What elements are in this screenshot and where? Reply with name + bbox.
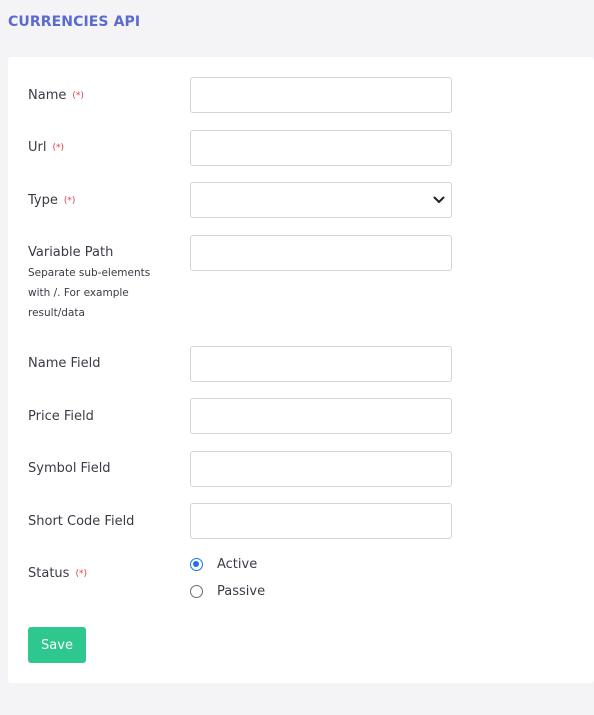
price-field-input[interactable] xyxy=(190,398,452,434)
status-option-active[interactable]: Active xyxy=(190,557,257,572)
type-select[interactable] xyxy=(190,182,452,218)
page-title: CURRENCIES API xyxy=(8,14,141,30)
chevron-down-icon xyxy=(433,196,445,203)
required-mark: (*) xyxy=(63,196,76,206)
radio-passive[interactable] xyxy=(190,585,203,598)
name-field-label: Name Field xyxy=(28,356,101,371)
status-option-passive[interactable]: Passive xyxy=(190,584,265,599)
status-label-text: Status xyxy=(28,566,70,581)
status-option-passive-label: Passive xyxy=(217,584,266,599)
symbol-field-input[interactable] xyxy=(190,451,452,487)
name-label: Name (*) xyxy=(28,88,84,103)
variable-path-input[interactable] xyxy=(190,235,452,271)
url-label: Url (*) xyxy=(28,140,64,155)
symbol-field-label: Symbol Field xyxy=(28,461,111,476)
name-label-text: Name xyxy=(28,88,67,103)
type-label: Type (*) xyxy=(28,193,75,208)
required-mark: (*) xyxy=(75,569,87,579)
name-field-input[interactable] xyxy=(190,346,452,382)
required-mark: (*) xyxy=(52,143,65,153)
required-mark: (*) xyxy=(72,91,84,101)
status-label: Status (*) xyxy=(28,566,87,581)
variable-path-help: Separate sub-elements with /. For exampl… xyxy=(28,267,151,319)
url-input[interactable] xyxy=(190,130,452,166)
price-field-label: Price Field xyxy=(28,409,94,424)
url-label-text: Url xyxy=(28,140,47,155)
type-label-text: Type xyxy=(28,193,58,208)
form-card: Name (*) Url (*) Type (*) Variable Path Sep… xyxy=(8,57,594,683)
save-button[interactable]: Save xyxy=(28,627,86,663)
variable-path-label: Variable Path xyxy=(28,245,114,260)
short-code-field-label: Short Code Field xyxy=(28,514,135,529)
radio-active[interactable] xyxy=(190,558,203,571)
short-code-field-input[interactable] xyxy=(190,503,452,539)
status-option-active-label: Active xyxy=(217,557,258,572)
name-input[interactable] xyxy=(190,77,452,113)
